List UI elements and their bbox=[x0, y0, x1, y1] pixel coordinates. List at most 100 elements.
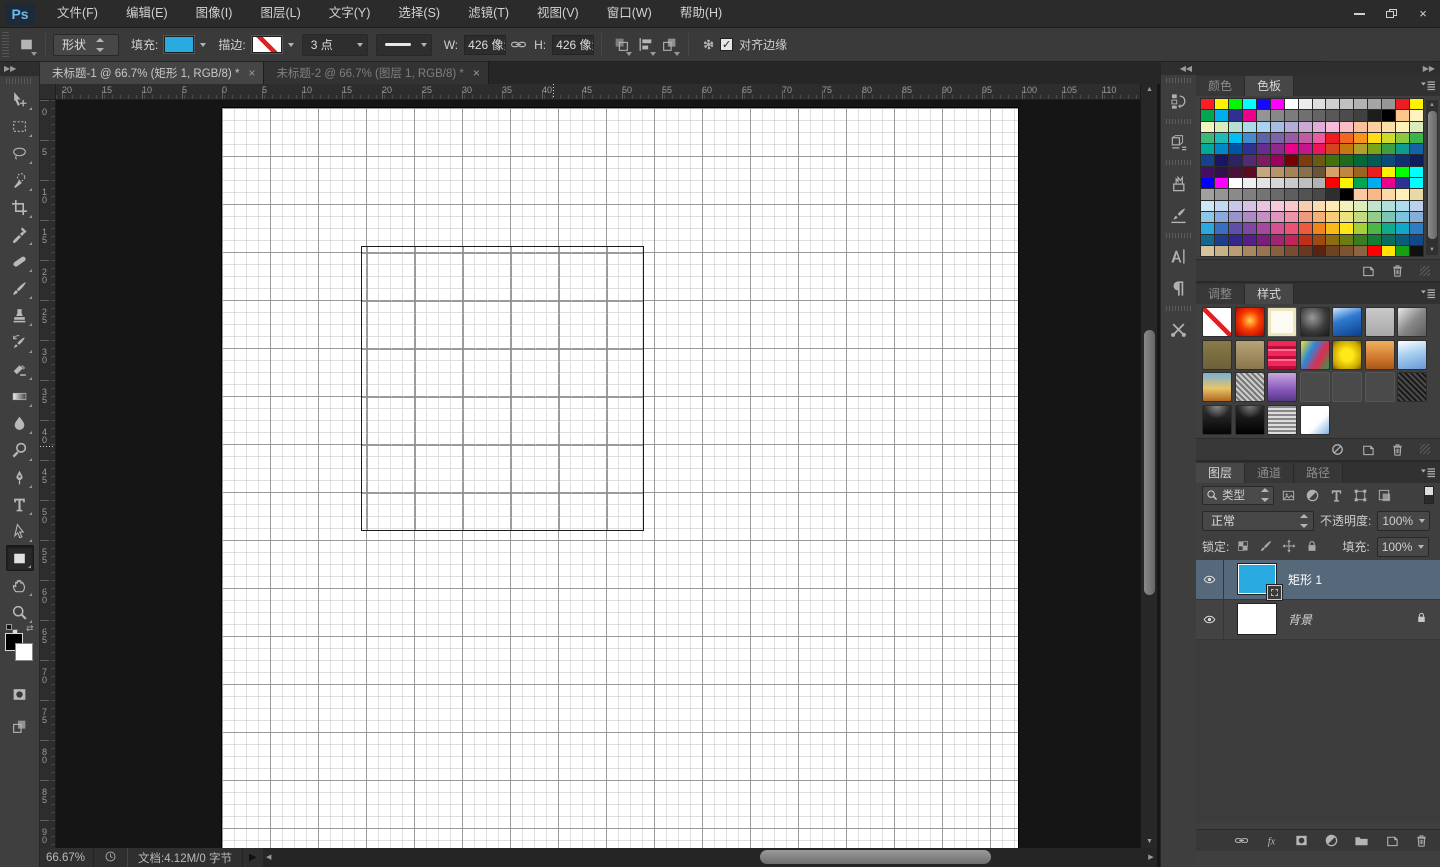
layer-style-button[interactable] bbox=[1262, 831, 1280, 849]
color-swatch[interactable] bbox=[1229, 144, 1242, 154]
color-swatch[interactable] bbox=[1354, 110, 1367, 120]
color-swatch[interactable] bbox=[1326, 235, 1339, 245]
color-swatch[interactable] bbox=[1229, 99, 1242, 109]
color-swatch[interactable] bbox=[1229, 189, 1242, 199]
color-swatch[interactable] bbox=[1243, 110, 1256, 120]
tool-rectangle[interactable] bbox=[6, 545, 34, 571]
color-swatch[interactable] bbox=[1243, 201, 1256, 211]
color-swatch[interactable] bbox=[1410, 99, 1423, 109]
color-swatch[interactable] bbox=[1229, 133, 1242, 143]
color-swatch[interactable] bbox=[1215, 110, 1228, 120]
tool-move[interactable] bbox=[6, 86, 34, 112]
filter-adjustment-layers-button[interactable] bbox=[1303, 486, 1322, 505]
color-swatch[interactable] bbox=[1229, 212, 1242, 222]
color-swatch[interactable] bbox=[1299, 167, 1312, 177]
menu-item-6[interactable]: 滤镜(T) bbox=[454, 0, 523, 27]
color-swatch[interactable] bbox=[1271, 155, 1284, 165]
color-swatch[interactable] bbox=[1382, 133, 1395, 143]
color-swatch[interactable] bbox=[1299, 223, 1312, 233]
color-swatch[interactable] bbox=[1396, 144, 1409, 154]
style-preset-24[interactable] bbox=[1300, 405, 1330, 435]
color-swatch[interactable] bbox=[1354, 144, 1367, 154]
color-swatch[interactable] bbox=[1299, 144, 1312, 154]
color-swatch[interactable] bbox=[1396, 99, 1409, 109]
add-layer-mask-button[interactable] bbox=[1292, 831, 1310, 849]
layer-row-背景[interactable]: 背景 bbox=[1196, 600, 1440, 640]
toolbar-grip[interactable] bbox=[6, 78, 33, 84]
style-preset-0[interactable] bbox=[1202, 307, 1232, 337]
layer-thumbnail[interactable] bbox=[1238, 564, 1276, 594]
style-preset-10[interactable] bbox=[1300, 340, 1330, 370]
lock-all-button[interactable] bbox=[1305, 539, 1321, 555]
color-swatch[interactable] bbox=[1215, 235, 1228, 245]
color-swatch[interactable] bbox=[1257, 212, 1270, 222]
layers-tab-2[interactable]: 路径 bbox=[1294, 463, 1343, 483]
color-swatch[interactable] bbox=[1243, 99, 1256, 109]
style-preset-8[interactable] bbox=[1235, 340, 1265, 370]
color-swatch[interactable] bbox=[1382, 201, 1395, 211]
color-swatch[interactable] bbox=[1201, 246, 1214, 256]
color-swatch[interactable] bbox=[1313, 167, 1326, 177]
color-swatch[interactable] bbox=[1201, 189, 1214, 199]
color-swatch[interactable] bbox=[1313, 223, 1326, 233]
style-preset-15[interactable] bbox=[1235, 372, 1265, 402]
style-preset-19[interactable] bbox=[1365, 372, 1395, 402]
color-swatch[interactable] bbox=[1257, 235, 1270, 245]
style-preset-1[interactable] bbox=[1235, 307, 1265, 337]
color-swatch[interactable] bbox=[1396, 223, 1409, 233]
layer-row-矩形 1[interactable]: 矩形 1 bbox=[1196, 560, 1440, 600]
filter-shape-layers-button[interactable] bbox=[1351, 486, 1370, 505]
color-swatch[interactable] bbox=[1201, 167, 1214, 177]
color-swatch[interactable] bbox=[1243, 144, 1256, 154]
color-swatch[interactable] bbox=[1382, 189, 1395, 199]
color-swatch[interactable] bbox=[1396, 246, 1409, 256]
background-color-swatch[interactable] bbox=[15, 643, 33, 661]
color-swatch[interactable] bbox=[1313, 246, 1326, 256]
color-swatch[interactable] bbox=[1229, 110, 1242, 120]
collapsed-panel-character[interactable] bbox=[1164, 241, 1194, 271]
delete-swatch-button[interactable] bbox=[1388, 262, 1406, 280]
color-swatch[interactable] bbox=[1243, 235, 1256, 245]
color-swatch[interactable] bbox=[1257, 201, 1270, 211]
color-swatch[interactable] bbox=[1340, 144, 1353, 154]
color-swatch[interactable] bbox=[1410, 110, 1423, 120]
color-swatch[interactable] bbox=[1396, 122, 1409, 132]
color-swatch[interactable] bbox=[1285, 246, 1298, 256]
color-swatch[interactable] bbox=[1243, 133, 1256, 143]
menu-item-3[interactable]: 图层(L) bbox=[246, 0, 314, 27]
styles-tab-1[interactable]: 样式 bbox=[1245, 284, 1294, 304]
color-swatch[interactable] bbox=[1313, 99, 1326, 109]
color-swatch[interactable] bbox=[1354, 246, 1367, 256]
collapsed-panel-paragraph[interactable] bbox=[1164, 273, 1194, 303]
path-operations-button[interactable] bbox=[609, 33, 633, 57]
color-swatch[interactable] bbox=[1396, 155, 1409, 165]
color-swatch[interactable] bbox=[1396, 212, 1409, 222]
vertical-ruler[interactable]: 051015202530354045505560657075808590 bbox=[40, 100, 56, 848]
color-swatch[interactable] bbox=[1215, 201, 1228, 211]
filter-type-layers-button[interactable] bbox=[1327, 486, 1346, 505]
panel-group-grip[interactable] bbox=[1166, 119, 1191, 124]
color-swatch[interactable] bbox=[1382, 246, 1395, 256]
layers-tab-1[interactable]: 通道 bbox=[1245, 463, 1294, 483]
vertical-scrollbar[interactable]: ▲ ▼ bbox=[1140, 84, 1157, 848]
color-swatch[interactable] bbox=[1257, 246, 1270, 256]
color-swatch[interactable] bbox=[1410, 246, 1423, 256]
link-layers-button[interactable] bbox=[1232, 831, 1250, 849]
color-swatch[interactable] bbox=[1396, 133, 1409, 143]
color-swatch[interactable] bbox=[1271, 178, 1284, 188]
color-swatch[interactable] bbox=[1340, 223, 1353, 233]
menu-item-7[interactable]: 视图(V) bbox=[523, 0, 593, 27]
color-swatch[interactable] bbox=[1229, 122, 1242, 132]
new-swatch-button[interactable] bbox=[1358, 262, 1376, 280]
vertical-scroll-thumb[interactable] bbox=[1144, 330, 1155, 595]
color-swatch[interactable] bbox=[1368, 178, 1381, 188]
color-swatch[interactable] bbox=[1326, 133, 1339, 143]
layer-filter-type-select[interactable]: 类型 bbox=[1202, 486, 1274, 505]
color-swatch[interactable] bbox=[1285, 201, 1298, 211]
style-preset-5[interactable] bbox=[1365, 307, 1395, 337]
color-swatch[interactable] bbox=[1215, 122, 1228, 132]
tool-quick-select[interactable] bbox=[6, 167, 34, 193]
color-swatch[interactable] bbox=[1340, 155, 1353, 165]
expand-panels-button[interactable]: ◀◀ bbox=[1161, 62, 1196, 75]
color-swatch[interactable] bbox=[1299, 212, 1312, 222]
